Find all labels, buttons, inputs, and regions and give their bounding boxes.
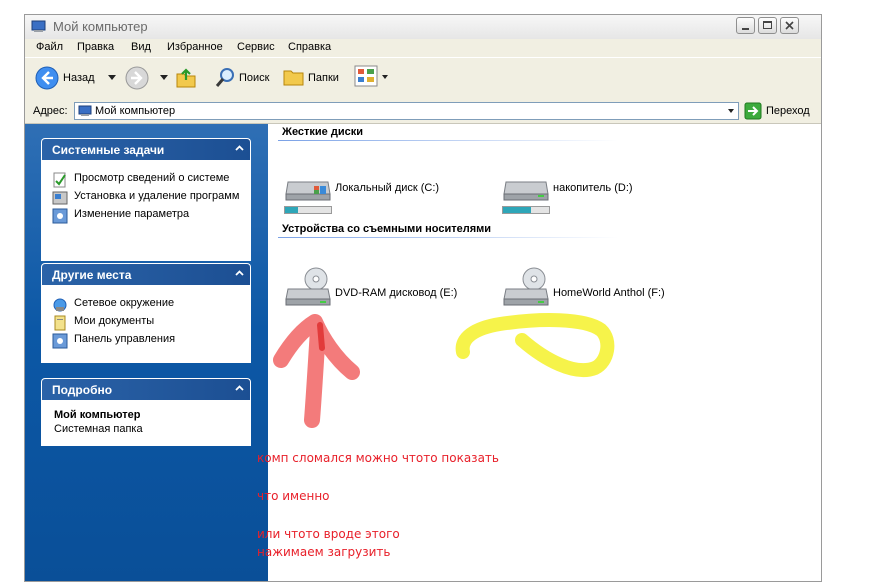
details-header[interactable]: Подробно — [41, 378, 251, 400]
section-divider — [278, 237, 618, 238]
place-label: Панель управления — [74, 333, 176, 345]
task-label: Изменение параметра — [74, 208, 190, 220]
maximize-button[interactable] — [758, 17, 777, 34]
disk-usage-fill — [503, 207, 531, 213]
task-label: Установка и удаление программ — [74, 190, 240, 202]
task-view-system-info[interactable]: Просмотр сведений о системе — [42, 169, 250, 188]
folder-up-icon[interactable] — [175, 67, 197, 89]
details-name: Мой компьютер — [54, 409, 141, 421]
system-tasks-panel: Системные задачи Просмотр сведений о сис… — [41, 138, 251, 261]
section-divider — [278, 140, 618, 141]
drive-label: Локальный диск (C:) — [335, 182, 440, 194]
annotation-line-3: или чтото вроде этого — [257, 527, 400, 541]
dvd-drive-icon — [285, 267, 331, 306]
search-label: Поиск — [239, 72, 270, 84]
my-computer-small-icon — [78, 105, 92, 116]
hard-drive-icon — [285, 181, 331, 201]
address-bar: Адрес: Мой компьютер Переход — [25, 100, 821, 124]
go-label: Переход — [766, 105, 810, 117]
task-pane: Системные задачи Просмотр сведений о сис… — [25, 124, 268, 581]
drive-d[interactable]: накопитель (D:) — [502, 172, 692, 220]
drive-f[interactable]: HomeWorld Anthol (F:) — [502, 267, 702, 307]
content-pane: Жесткие диски Локальный диск (C:) накопи… — [268, 124, 821, 581]
forward-dropdown-icon[interactable] — [160, 75, 168, 81]
place-my-documents[interactable]: Мои документы — [42, 312, 250, 331]
task-label: Просмотр сведений о системе — [74, 172, 230, 184]
close-icon — [785, 21, 794, 30]
go-arrow-icon — [744, 102, 762, 120]
disk-usage-bar — [284, 206, 332, 214]
system-info-icon — [53, 172, 66, 188]
hard-drive-icon — [503, 181, 549, 201]
drive-e[interactable]: DVD-RAM дисковод (E:) — [284, 267, 484, 307]
other-places-header[interactable]: Другие места — [41, 263, 251, 285]
address-value: Мой компьютер — [95, 105, 176, 117]
my-computer-icon — [31, 20, 46, 32]
disk-usage-bar — [502, 206, 550, 214]
task-add-remove-programs[interactable]: Установка и удаление программ — [42, 187, 250, 205]
folders-label: Папки — [308, 72, 339, 84]
annotation-line-4: нажимаем загрузить — [257, 545, 391, 559]
menu-help[interactable]: Справка — [288, 41, 331, 53]
window-title: Мой компьютер — [53, 19, 148, 34]
place-label: Сетевое окружение — [74, 297, 175, 309]
network-icon — [53, 298, 67, 312]
details-title: Подробно — [52, 383, 113, 397]
menu-file[interactable]: Файл — [36, 41, 63, 53]
minimize-button[interactable] — [736, 17, 755, 34]
title-bar[interactable]: Мой компьютер — [25, 15, 821, 40]
back-label: Назад — [63, 72, 95, 84]
forward-arrow-icon[interactable] — [125, 66, 149, 90]
other-places-title: Другие места — [52, 268, 132, 282]
search-icon — [215, 68, 234, 87]
back-arrow-icon — [35, 66, 59, 90]
views-icon — [354, 65, 378, 87]
close-button[interactable] — [780, 17, 799, 34]
views-button[interactable] — [353, 63, 389, 91]
place-control-panel[interactable]: Панель управления — [42, 330, 250, 349]
details-panel: Подробно Мой компьютер Системная папка — [41, 378, 251, 446]
control-panel-icon — [52, 333, 68, 349]
menu-edit[interactable]: Правка — [77, 41, 114, 53]
removable-heading: Устройства со съемными носителями — [282, 223, 492, 235]
task-change-setting[interactable]: Изменение параметра — [42, 205, 250, 224]
hard-disks-heading: Жесткие диски — [282, 126, 363, 138]
views-dropdown-icon — [382, 75, 388, 79]
collapse-icon[interactable] — [233, 382, 246, 395]
toolbar: Назад Поиск Папки — [25, 57, 821, 101]
details-body: Мой компьютер Системная папка — [41, 400, 251, 446]
annotation-line-2: что именно — [257, 489, 330, 503]
menu-favorites[interactable]: Избранное — [167, 41, 223, 53]
drive-label: HomeWorld Anthol (F:) — [553, 287, 665, 299]
menu-tools[interactable]: Сервис — [237, 41, 275, 53]
system-tasks-title: Системные задачи — [52, 143, 165, 157]
drive-label: накопитель (D:) — [553, 182, 633, 194]
folders-icon — [283, 70, 304, 86]
other-places-panel: Другие места Сетевое окружение Мои докум… — [41, 263, 251, 363]
menu-bar: Файл Правка Вид Избранное Сервис Справка — [25, 39, 821, 57]
my-documents-icon — [54, 315, 66, 331]
drive-label: DVD-RAM дисковод (E:) — [335, 287, 458, 299]
system-tasks-body: Просмотр сведений о системе Установка и … — [41, 160, 251, 261]
control-panel-icon — [52, 208, 68, 224]
add-remove-programs-icon — [52, 191, 68, 205]
menu-view[interactable]: Вид — [131, 41, 151, 53]
address-dropdown-icon[interactable] — [726, 105, 736, 117]
other-places-body: Сетевое окружение Мои документы Панель у… — [41, 285, 251, 363]
place-label: Мои документы — [74, 315, 155, 327]
back-dropdown-icon[interactable] — [108, 75, 116, 81]
collapse-icon[interactable] — [233, 142, 246, 155]
collapse-icon[interactable] — [233, 267, 246, 280]
place-network[interactable]: Сетевое окружение — [42, 294, 250, 312]
address-label: Адрес: — [33, 105, 68, 117]
annotation-line-1: комп сломался можно чтото показать — [257, 451, 499, 465]
address-input[interactable]: Мой компьютер — [74, 102, 739, 120]
explorer-window: Мой компьютер Файл Правка Вид Избранное … — [24, 14, 822, 582]
system-tasks-header[interactable]: Системные задачи — [41, 138, 251, 160]
drive-c[interactable]: Локальный диск (C:) — [284, 172, 474, 220]
details-desc: Системная папка — [54, 423, 143, 435]
cd-drive-icon — [503, 267, 549, 306]
disk-usage-fill — [285, 207, 298, 213]
